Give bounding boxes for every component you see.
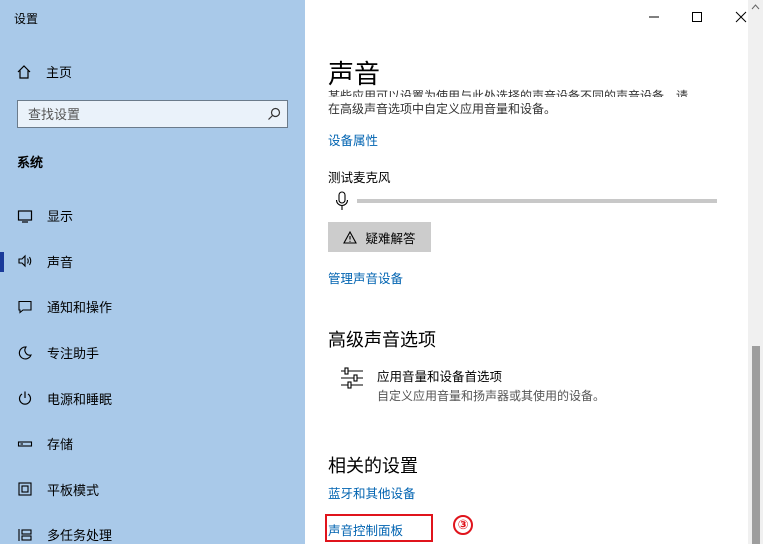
sidebar-item-storage[interactable]: 存储 xyxy=(0,421,305,467)
description-line-2: 在高级声音选项中自定义应用音量和设备。 xyxy=(328,102,557,116)
sidebar-item-focus-assist[interactable]: 专注助手 xyxy=(0,330,305,376)
app-volume-preferences-option[interactable]: 应用音量和设备首选项 自定义应用音量和扬声器或其使用的设备。 xyxy=(339,366,605,404)
maximize-icon xyxy=(692,12,702,22)
home-label: 主页 xyxy=(46,66,73,81)
search-icon[interactable] xyxy=(267,107,281,121)
notification-icon xyxy=(18,300,32,314)
page-title: 声音 xyxy=(328,60,381,90)
sidebar-item-label: 存储 xyxy=(47,438,74,454)
tablet-icon xyxy=(18,482,32,496)
mic-test-label: 测试麦克风 xyxy=(328,170,391,185)
sidebar-item-sound[interactable]: 声音 xyxy=(0,239,305,285)
related-settings-heading: 相关的设置 xyxy=(328,456,418,477)
advanced-sound-options-heading: 高级声音选项 xyxy=(328,330,436,351)
search-box[interactable] xyxy=(17,100,288,129)
bluetooth-devices-link[interactable]: 蓝牙和其他设备 xyxy=(328,483,416,502)
scrollbar-thumb[interactable] xyxy=(752,346,760,544)
minimize-icon xyxy=(649,16,659,18)
sidebar-item-label: 专注助手 xyxy=(47,347,100,363)
sidebar-item-multitasking[interactable]: 多任务处理 xyxy=(0,512,305,544)
multitask-icon xyxy=(18,528,32,541)
highlight-box xyxy=(325,514,433,542)
window-title: 设置 xyxy=(14,12,39,26)
settings-window: 设置 主页 系统 显示 声音 通知和操作 专注 xyxy=(0,0,763,544)
troubleshoot-label: 疑难解答 xyxy=(365,231,416,246)
sidebar-item-label: 平板模式 xyxy=(47,483,100,499)
manage-sound-devices-link[interactable]: 管理声音设备 xyxy=(328,268,403,287)
sidebar-item-label: 电源和睡眠 xyxy=(47,392,113,408)
sidebar-item-label: 显示 xyxy=(47,210,74,226)
troubleshoot-button[interactable]: 疑难解答 xyxy=(328,222,431,252)
option-subtitle: 自定义应用音量和扬声器或其使用的设备。 xyxy=(377,389,606,403)
main-content: 声音 某些应用可以设置为使用与此处选择的声音设备不同的声音设备。请 在高级声音选… xyxy=(305,0,763,544)
home-icon xyxy=(17,64,31,79)
mic-level-bar xyxy=(357,199,717,203)
step-badge: ③ xyxy=(453,515,473,535)
scrollbar[interactable] xyxy=(748,0,763,544)
microphone-icon xyxy=(335,191,349,210)
home-nav-item[interactable]: 主页 xyxy=(16,62,72,81)
sidebar-item-label: 通知和操作 xyxy=(47,301,113,317)
maximize-button[interactable] xyxy=(685,6,709,28)
sidebar-item-tablet-mode[interactable]: 平板模式 xyxy=(0,467,305,513)
sidebar: 设置 主页 系统 显示 声音 通知和操作 专注 xyxy=(0,0,305,544)
display-icon xyxy=(17,210,33,223)
moon-icon xyxy=(18,346,32,360)
scroll-up-icon[interactable] xyxy=(751,4,760,10)
search-input[interactable] xyxy=(18,101,270,129)
option-title: 应用音量和设备首选项 xyxy=(377,369,503,384)
sidebar-nav: 显示 声音 通知和操作 专注助手 电源和睡眠 存储 平板模式 多任务处理 xyxy=(0,193,305,544)
description-line-1: 某些应用可以设置为使用与此处选择的声音设备不同的声音设备。请 xyxy=(328,89,689,97)
warning-icon xyxy=(343,230,358,244)
device-properties-link[interactable]: 设备属性 xyxy=(328,130,378,149)
close-icon xyxy=(735,11,747,23)
sidebar-item-label: 声音 xyxy=(47,255,74,271)
equalizer-icon xyxy=(341,367,363,389)
section-label-system: 系统 xyxy=(17,156,44,171)
sidebar-item-label: 多任务处理 xyxy=(47,529,113,544)
minimize-button[interactable] xyxy=(642,6,666,28)
sidebar-item-notifications[interactable]: 通知和操作 xyxy=(0,284,305,330)
speaker-icon xyxy=(18,255,32,268)
storage-icon xyxy=(17,441,33,447)
sidebar-item-power-sleep[interactable]: 电源和睡眠 xyxy=(0,375,305,421)
sidebar-item-display[interactable]: 显示 xyxy=(0,193,305,239)
power-icon xyxy=(18,391,32,405)
